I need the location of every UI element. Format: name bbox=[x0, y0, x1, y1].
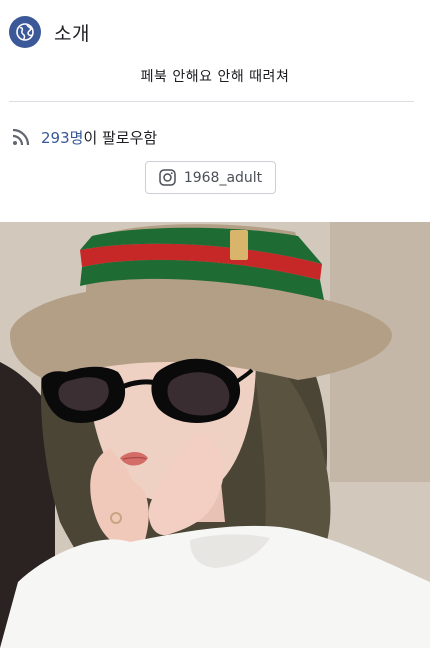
intro-title: 소개 bbox=[54, 22, 90, 45]
followers-count[interactable]: 293명 bbox=[41, 129, 83, 147]
instagram-button[interactable]: 1968_adult bbox=[145, 161, 276, 194]
bio-text: 페북 안해요 안해 때려쳐 bbox=[140, 69, 290, 85]
divider bbox=[9, 101, 414, 102]
selfie-photo[interactable] bbox=[0, 222, 430, 648]
intro-card: 소개 페북 안해요 안해 때려쳐 293명이 팔로우함 1968_adult bbox=[0, 0, 430, 222]
intro-header: 소개 bbox=[9, 16, 90, 48]
followers-row: 293명이 팔로우함 bbox=[12, 126, 157, 148]
followers-text: 293명이 팔로우함 bbox=[41, 127, 157, 148]
followers-suffix: 이 팔로우함 bbox=[83, 128, 158, 147]
instagram-handle: 1968_adult bbox=[183, 169, 263, 186]
globe-icon bbox=[9, 16, 41, 48]
rss-icon bbox=[12, 128, 30, 146]
instagram-icon bbox=[159, 169, 176, 186]
